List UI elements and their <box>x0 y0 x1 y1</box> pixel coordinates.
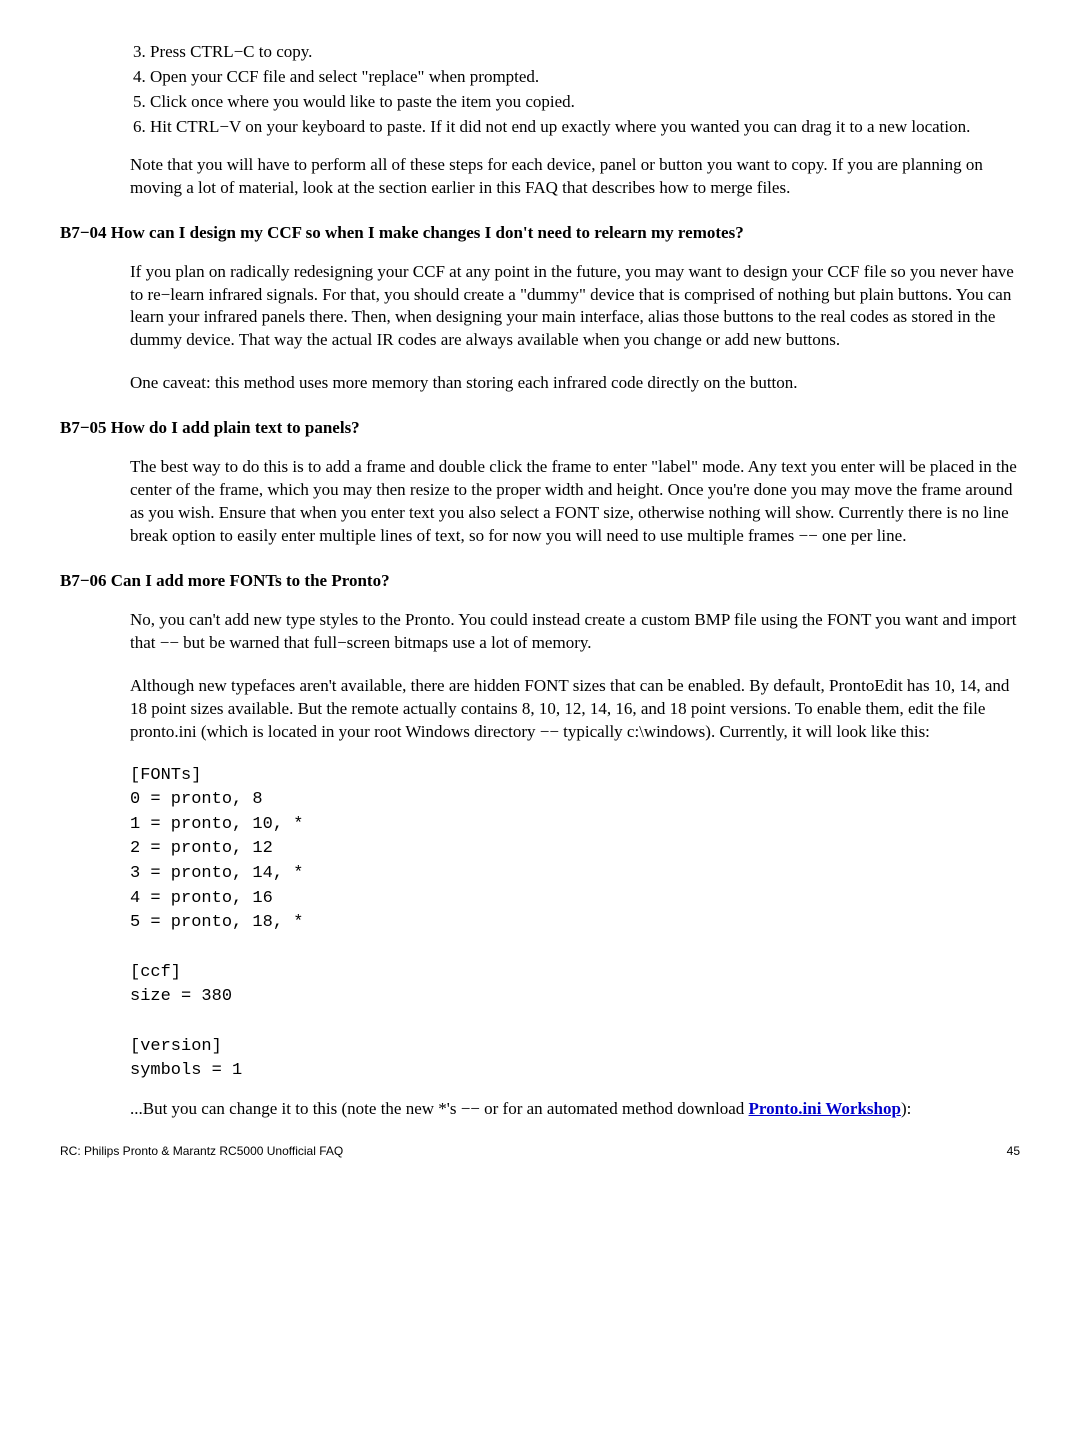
body-paragraph: One caveat: this method uses more memory… <box>130 372 1020 395</box>
page-number: 45 <box>1007 1143 1020 1159</box>
list-item: Open your CCF file and select "replace" … <box>150 65 1020 90</box>
page-footer: RC: Philips Pronto & Marantz RC5000 Unof… <box>60 1143 1020 1159</box>
pronto-ini-workshop-link[interactable]: Pronto.ini Workshop <box>749 1099 901 1118</box>
code-block: [FONTs] 0 = pronto, 8 1 = pronto, 10, * … <box>130 764 1020 1084</box>
body-paragraph: If you plan on radically redesigning you… <box>130 261 1020 353</box>
body-paragraph: The best way to do this is to add a fram… <box>130 456 1020 548</box>
body-paragraph: Note that you will have to perform all o… <box>130 154 1020 200</box>
footer-title: RC: Philips Pronto & Marantz RC5000 Unof… <box>60 1143 343 1159</box>
section-heading-b7-06: B7−06 Can I add more FONTs to the Pronto… <box>60 570 1020 593</box>
text-after-link: ): <box>901 1099 911 1118</box>
section-heading-b7-05: B7−05 How do I add plain text to panels? <box>60 417 1020 440</box>
list-item: Press CTRL−C to copy. <box>150 40 1020 65</box>
body-paragraph: Although new typefaces aren't available,… <box>130 675 1020 744</box>
section-heading-b7-04: B7−04 How can I design my CCF so when I … <box>60 222 1020 245</box>
body-paragraph: ...But you can change it to this (note t… <box>130 1098 1020 1121</box>
page-container: Press CTRL−C to copy. Open your CCF file… <box>0 0 1080 1179</box>
body-paragraph: No, you can't add new type styles to the… <box>130 609 1020 655</box>
list-item: Click once where you would like to paste… <box>150 90 1020 115</box>
text-before-link: ...But you can change it to this (note t… <box>130 1099 749 1118</box>
list-item: Hit CTRL−V on your keyboard to paste. If… <box>150 115 1020 140</box>
steps-list: Press CTRL−C to copy. Open your CCF file… <box>60 40 1020 140</box>
